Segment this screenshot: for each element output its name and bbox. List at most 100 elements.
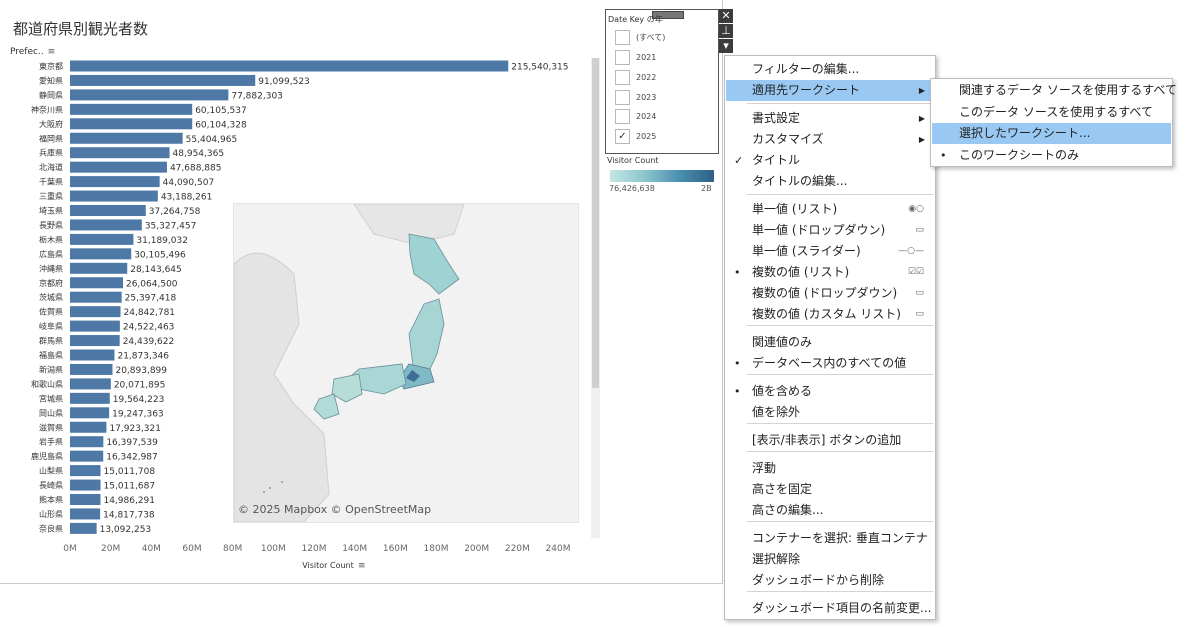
filter-option[interactable]: 2022 (615, 68, 656, 86)
sort-icon[interactable]: ≡ (358, 561, 366, 571)
year-filter-card[interactable]: Date Key の年 (すべて) 2021 2022 2023 2024 ✓ … (605, 9, 719, 154)
scrollbar-thumb[interactable] (592, 58, 599, 388)
submenu-item[interactable]: 選択したワークシート... (932, 123, 1171, 144)
x-tick-label: 60M (182, 544, 201, 554)
menu-item-label: 複数の値 (リスト) (752, 265, 850, 279)
checkbox[interactable] (615, 49, 630, 65)
submenu-item[interactable]: • このワークシートのみ (932, 145, 1171, 166)
filter-option[interactable]: 2021 (615, 48, 656, 66)
vertical-scrollbar[interactable] (591, 58, 600, 538)
bar[interactable] (70, 291, 122, 303)
menu-item[interactable]: 書式設定 ▶ (726, 108, 934, 129)
menu-item[interactable]: 高さを固定 (726, 479, 934, 500)
bar[interactable] (70, 349, 115, 361)
bar[interactable] (70, 320, 120, 332)
tohoku-region (408, 298, 445, 375)
menu-item[interactable]: 複数の値 (ドロップダウン) ▭ (726, 283, 934, 304)
menu-item[interactable]: 選択解除 (726, 549, 934, 570)
bar-value-label: 20,893,899 (115, 366, 167, 376)
bar[interactable] (70, 378, 111, 390)
bar[interactable] (70, 363, 113, 375)
menu-item[interactable]: ダッシュボードから削除 (726, 570, 934, 591)
close-icon[interactable]: ✕ (719, 9, 733, 23)
submenu-item[interactable]: 関連するデータ ソースを使用するすべて (932, 80, 1177, 101)
checkbox[interactable] (615, 108, 630, 124)
bar[interactable] (70, 118, 193, 130)
menu-item[interactable]: • 値を含める (726, 381, 934, 402)
category-label: 山形県 (39, 509, 63, 519)
bar[interactable] (70, 508, 101, 520)
bar[interactable] (70, 277, 123, 289)
bar[interactable] (70, 147, 170, 159)
checkbox[interactable] (615, 69, 630, 85)
menu-item[interactable]: フィルターの編集... (726, 59, 934, 80)
menu-item[interactable]: 高さの編集... (726, 500, 934, 521)
bar[interactable] (70, 465, 101, 477)
bar[interactable] (70, 522, 97, 534)
bar[interactable] (70, 248, 132, 260)
menu-item[interactable]: ✓ タイトル (726, 150, 934, 171)
x-axis-title[interactable]: Visitor Count (302, 561, 354, 570)
menu-item[interactable]: 単一値 (リスト) ◉○ (726, 199, 934, 220)
color-legend-gradient[interactable] (610, 170, 714, 182)
menu-item[interactable]: 浮動 (726, 458, 934, 479)
menu-item[interactable]: 複数の値 (カスタム リスト) ▭ (726, 304, 934, 325)
menu-item[interactable]: 単一値 (スライダー) —○— (726, 241, 934, 262)
bar[interactable] (70, 407, 110, 419)
bar[interactable] (70, 306, 121, 318)
checkbox[interactable] (615, 29, 630, 45)
menu-item[interactable]: [表示/非表示] ボタンの追加 (726, 430, 934, 451)
checkbox[interactable]: ✓ (615, 128, 630, 144)
bar[interactable] (70, 205, 146, 216)
bar[interactable] (70, 450, 104, 462)
filter-mode-icon: ▭ (915, 309, 924, 319)
filter-option-label: 2024 (636, 111, 657, 121)
menu-item[interactable]: • データベース内のすべての値 (726, 353, 934, 374)
bar-value-label: 20,071,895 (114, 380, 166, 390)
bar[interactable] (70, 392, 110, 404)
filter-option[interactable]: 2023 (615, 88, 656, 106)
checkbox[interactable] (615, 89, 630, 105)
menu-separator (747, 451, 933, 452)
menu-item[interactable]: カスタマイズ ▶ (726, 129, 934, 150)
bar[interactable] (70, 60, 509, 72)
category-label: 山梨県 (39, 466, 63, 476)
menu-item[interactable]: ダッシュボード項目の名前変更... (726, 598, 934, 619)
bar[interactable] (70, 161, 167, 173)
bar[interactable] (70, 219, 142, 231)
menu-item[interactable]: • 複数の値 (リスト) ☑☑ (726, 262, 934, 283)
menu-item[interactable]: 単一値 (ドロップダウン) ▭ (726, 220, 934, 241)
bar[interactable] (70, 176, 160, 188)
filter-option[interactable]: (すべて) (615, 28, 665, 46)
menu-item[interactable]: 値を除外 (726, 402, 934, 423)
filter-option[interactable]: 2024 (615, 107, 656, 125)
bar[interactable] (70, 190, 158, 202)
bar[interactable] (70, 262, 128, 274)
bar[interactable] (70, 74, 256, 86)
menu-item[interactable]: 適用先ワークシート ▶ (726, 80, 934, 101)
filter-option[interactable]: ✓ 2025 (615, 127, 656, 145)
bar[interactable] (70, 132, 183, 144)
map-attribution[interactable]: © 2025 Mapbox © OpenStreetMap (238, 503, 431, 516)
bar[interactable] (70, 233, 134, 245)
category-label: 群馬県 (39, 336, 63, 346)
pin-icon[interactable]: ⊥ (719, 24, 733, 38)
bar[interactable] (70, 421, 107, 433)
more-options-icon[interactable]: ▾ (719, 39, 733, 53)
japan-map[interactable] (233, 203, 579, 523)
bar[interactable] (70, 335, 120, 347)
context-menu: フィルターの編集... 適用先ワークシート ▶ 書式設定 ▶ カスタマイズ ▶ ✓ タイトル タイ… (724, 55, 936, 620)
filter-option-label: 2023 (636, 92, 657, 102)
bar[interactable] (70, 89, 229, 101)
bar[interactable] (70, 494, 101, 505)
category-label: 東京都 (39, 61, 63, 71)
bar[interactable] (70, 436, 104, 448)
menu-item[interactable]: 関連値のみ (726, 332, 934, 353)
bar[interactable] (70, 479, 101, 491)
menu-item[interactable]: コンテナーを選択: 垂直コンテナ (726, 528, 934, 549)
bar[interactable] (70, 103, 193, 115)
submenu-item[interactable]: このデータ ソースを使用するすべて (932, 102, 1171, 123)
menu-item-label: タイトル (752, 153, 801, 167)
menu-item[interactable]: タイトルの編集... (726, 171, 934, 192)
menu-item-label: 複数の値 (カスタム リスト) (752, 307, 901, 321)
